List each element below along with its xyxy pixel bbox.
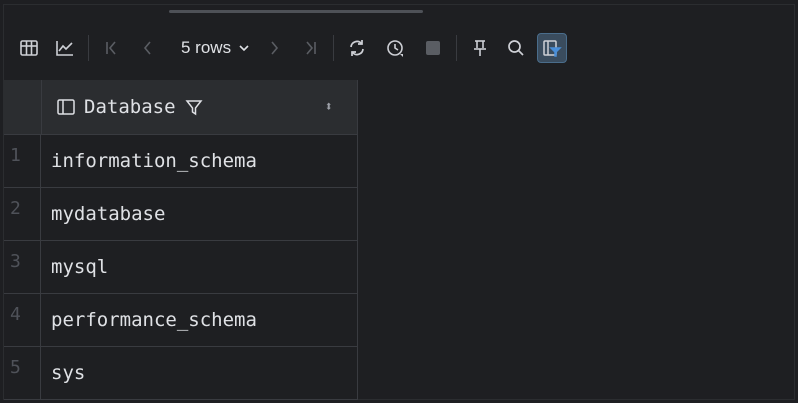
search-icon — [508, 40, 524, 56]
filter-panel-button[interactable] — [537, 33, 568, 63]
column-header-database[interactable]: Database ⬍ — [42, 80, 358, 134]
table-view-icon — [20, 40, 38, 56]
pin-icon — [474, 40, 487, 56]
column-header-label: Database — [84, 96, 176, 118]
table-view-button[interactable] — [14, 33, 44, 63]
first-page-icon — [106, 41, 116, 55]
table-row[interactable]: 2 mydatabase — [4, 188, 358, 241]
table-row[interactable]: 1 information_schema — [4, 135, 358, 188]
toolbar-separator — [333, 35, 335, 61]
table-row[interactable]: 5 sys — [4, 347, 358, 400]
row-number-gutter-header — [4, 80, 42, 134]
grid-header: Database ⬍ — [4, 80, 358, 135]
next-page-button[interactable] — [259, 33, 289, 63]
filter-panel-icon — [543, 40, 562, 57]
prev-page-icon — [143, 41, 151, 55]
rows-count-dropdown[interactable]: 5 rows — [175, 33, 257, 63]
toolbar-separator — [456, 35, 458, 61]
row-number: 1 — [4, 135, 41, 187]
table-cell[interactable]: performance_schema — [41, 294, 358, 346]
refresh-button[interactable] — [342, 33, 372, 63]
rows-count-label: 5 rows — [181, 38, 232, 57]
stop-icon — [426, 41, 441, 55]
table-row[interactable]: 3 mysql — [4, 241, 358, 294]
first-page-button[interactable] — [97, 33, 127, 63]
results-panel: 5 rows Database ⬍ 1 information_schema 2… — [3, 4, 795, 400]
row-number: 4 — [4, 294, 41, 346]
row-number: 5 — [4, 347, 41, 399]
table-row[interactable]: 4 performance_schema — [4, 294, 358, 347]
history-button[interactable] — [380, 33, 410, 63]
table-cell[interactable]: mydatabase — [41, 188, 358, 240]
chart-view-button[interactable] — [50, 33, 80, 63]
horizontal-scrollbar[interactable] — [169, 10, 423, 13]
last-page-button[interactable] — [295, 33, 325, 63]
prev-page-button[interactable] — [133, 33, 163, 63]
column-icon — [57, 99, 75, 115]
pin-button[interactable] — [465, 33, 495, 63]
table-cell[interactable]: information_schema — [41, 135, 358, 187]
results-toolbar: 5 rows — [4, 19, 794, 77]
toolbar-separator — [88, 35, 89, 61]
row-number: 3 — [4, 241, 41, 293]
stop-button[interactable] — [418, 33, 448, 63]
history-icon — [387, 40, 404, 57]
row-number: 2 — [4, 188, 41, 240]
chart-view-icon — [56, 41, 73, 56]
next-page-icon — [271, 41, 279, 55]
filter-icon[interactable] — [184, 97, 204, 117]
table-cell[interactable]: mysql — [41, 241, 358, 293]
sort-icon[interactable]: ⬍ — [325, 99, 333, 115]
refresh-icon — [350, 40, 364, 56]
results-grid: Database ⬍ 1 information_schema 2 mydata… — [4, 80, 358, 400]
table-cell[interactable]: sys — [41, 347, 358, 399]
chevron-down-icon — [239, 45, 249, 52]
search-button[interactable] — [501, 33, 531, 63]
last-page-icon — [306, 41, 316, 55]
